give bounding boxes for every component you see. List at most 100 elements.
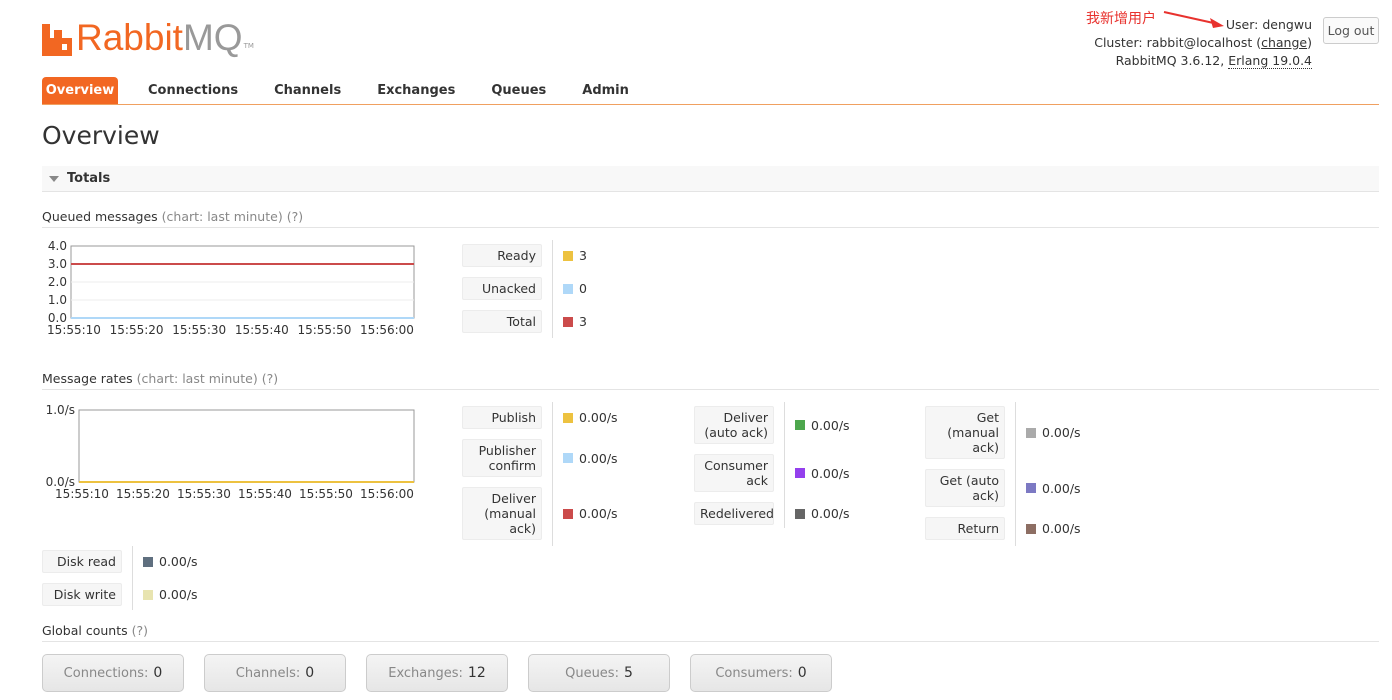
- x-tick-label: 15:55:30: [177, 487, 231, 501]
- queued-chart-note[interactable]: (chart: last minute): [162, 209, 283, 224]
- x-tick-label: 15:55:40: [235, 323, 289, 337]
- count-label: Consumers:: [715, 665, 793, 681]
- erlang-version: Erlang 19.0.4: [1228, 53, 1312, 69]
- tab-queues[interactable]: Queues: [473, 77, 564, 104]
- count-queues-button[interactable]: Queues: 5: [528, 654, 670, 692]
- legend-value-disk-read: 0.00/s: [159, 554, 198, 569]
- totals-section-toggle[interactable]: Totals: [42, 166, 1379, 192]
- global-counts-help-link[interactable]: (?): [132, 623, 148, 638]
- x-tick-label: 15:55:20: [110, 323, 164, 337]
- legend-value-ready: 3: [579, 248, 587, 263]
- legend-label-consumer-ack: Consumer ack: [694, 454, 774, 492]
- legend-row-ready: Ready 3: [462, 244, 587, 267]
- count-label: Exchanges:: [388, 665, 463, 681]
- swatch-return: [1026, 523, 1036, 534]
- tab-admin[interactable]: Admin: [564, 77, 647, 104]
- logo-text-mq: MQ: [182, 17, 243, 58]
- cluster-label: Cluster:: [1094, 35, 1143, 50]
- count-label: Channels:: [235, 665, 301, 681]
- cluster-name: rabbit@localhost: [1146, 35, 1253, 50]
- legend-label-return: Return: [925, 517, 1005, 540]
- x-tick-label: 15:55:20: [116, 487, 170, 501]
- cluster-change-link[interactable]: change: [1261, 35, 1307, 50]
- swatch-disk-write: [143, 589, 153, 600]
- plot-area: [78, 409, 415, 483]
- global-counts-title: Global counts: [42, 623, 128, 638]
- rates-chart-note[interactable]: (chart: last minute): [137, 371, 258, 386]
- legend-value-total: 3: [579, 314, 587, 329]
- queued-messages-chart: 4.03.02.01.00.015:55:10 15:55:20 15:55:30 1…: [47, 239, 415, 337]
- count-connections-button[interactable]: Connections: 0: [42, 654, 184, 692]
- x-tick-label: 15:55:10: [55, 487, 109, 501]
- tab-connections[interactable]: Connections: [118, 77, 256, 104]
- legend-value-publish: 0.00/s: [579, 410, 618, 425]
- y-tick-label: 4.0: [48, 239, 67, 253]
- version-text: RabbitMQ 3.6.12,: [1115, 53, 1225, 68]
- count-value: 5: [623, 665, 633, 681]
- legend-value-publisher-confirm: 0.00/s: [579, 450, 618, 466]
- rabbitmq-logo-icon: [42, 24, 72, 56]
- legend-label-unacked: Unacked: [462, 277, 542, 300]
- swatch-get-auto-ack: [1026, 483, 1036, 493]
- legend-value-consumer-ack: 0.00/s: [811, 465, 850, 481]
- legend-label-get-auto-ack: Get (auto ack): [925, 469, 1005, 507]
- user-name: dengwu: [1262, 17, 1312, 32]
- legend-value-get-auto-ack: 0.00/s: [1042, 480, 1081, 496]
- rabbitmq-logo[interactable]: RabbitMQ TM: [42, 16, 254, 56]
- legend-row-unacked: Unacked 0: [462, 277, 587, 300]
- swatch-consumer-ack: [795, 468, 805, 478]
- legend-row-publish: Publish 0.00/s: [462, 406, 618, 429]
- tab-overview[interactable]: Overview: [42, 77, 118, 104]
- legend-label-deliver-manual-ack: Deliver (manual ack): [462, 487, 542, 540]
- legend-label-deliver-auto-ack: Deliver (auto ack): [694, 406, 774, 444]
- y-tick-label: 1.0: [48, 293, 67, 307]
- rates-help-link[interactable]: (?): [262, 371, 278, 386]
- legend-label-get-manual-ack: Get (manual ack): [925, 406, 1005, 459]
- legend-label-disk-write: Disk write: [42, 583, 122, 606]
- queued-help-link[interactable]: (?): [287, 209, 303, 224]
- collapse-triangle-icon: [49, 175, 59, 182]
- legend-row-return: Return 0.00/s: [925, 517, 1081, 540]
- x-tick-label: 15:55:10: [47, 323, 101, 337]
- x-tick-label: 15:55:50: [297, 323, 351, 337]
- swatch-total: [563, 316, 573, 327]
- message-rates-title: Message rates: [42, 371, 133, 386]
- legend-row-deliver-manual-ack: Deliver (manual ack) 0.00/s: [462, 487, 618, 540]
- y-tick-label: 1.0/s: [46, 403, 75, 417]
- tab-exchanges[interactable]: Exchanges: [359, 77, 473, 104]
- tab-channels[interactable]: Channels: [256, 77, 359, 104]
- main-nav: Overview Connections Channels Exchanges …: [42, 77, 1379, 105]
- swatch-deliver-manual-ack: [563, 508, 573, 519]
- swatch-disk-read: [143, 556, 153, 567]
- x-tick-label: 15:56:00: [360, 323, 414, 337]
- user-info: User: dengwu Cluster: rabbit@localhost (…: [1094, 17, 1312, 69]
- logout-button[interactable]: Log out: [1323, 17, 1379, 44]
- count-exchanges-button[interactable]: Exchanges: 12: [366, 654, 508, 692]
- legend-label-publish: Publish: [462, 406, 542, 429]
- count-value: 0: [797, 665, 807, 681]
- legend-row-total: Total 3: [462, 310, 587, 333]
- legend-label-disk-read: Disk read: [42, 550, 122, 573]
- logo-text-rabbit: Rabbit: [76, 17, 183, 58]
- user-label: User:: [1225, 17, 1259, 32]
- legend-row-get-auto-ack: Get (auto ack) 0.00/s: [925, 469, 1081, 507]
- x-tick-label: 15:55:30: [172, 323, 226, 337]
- y-tick-label: 2.0: [48, 275, 67, 289]
- legend-value-disk-write: 0.00/s: [159, 587, 198, 602]
- count-value: 12: [467, 665, 486, 681]
- legend-row-get-manual-ack: Get (manual ack) 0.00/s: [925, 406, 1081, 459]
- queued-messages-heading: Queued messages (chart: last minute) (?): [42, 209, 1379, 228]
- count-consumers-button[interactable]: Consumers: 0: [690, 654, 832, 692]
- legend-value-get-manual-ack: 0.00/s: [1042, 425, 1081, 440]
- count-channels-button[interactable]: Channels: 0: [204, 654, 346, 692]
- x-tick-label: 15:55:40: [238, 487, 292, 501]
- page-title: Overview: [42, 121, 160, 150]
- count-value: 0: [153, 665, 163, 681]
- legend-row-disk-read: Disk read 0.00/s: [42, 550, 198, 573]
- message-rates-chart: 1.0/s0.0/s15:55:10 15:55:20 15:55:30 15:55:…: [46, 403, 415, 501]
- legend-label-redelivered: Redelivered: [694, 502, 774, 525]
- legend-row-consumer-ack: Consumer ack 0.00/s: [694, 454, 850, 492]
- swatch-ready: [563, 250, 573, 261]
- legend-row-redelivered: Redelivered 0.00/s: [694, 502, 850, 525]
- swatch-publisher-confirm: [563, 453, 573, 463]
